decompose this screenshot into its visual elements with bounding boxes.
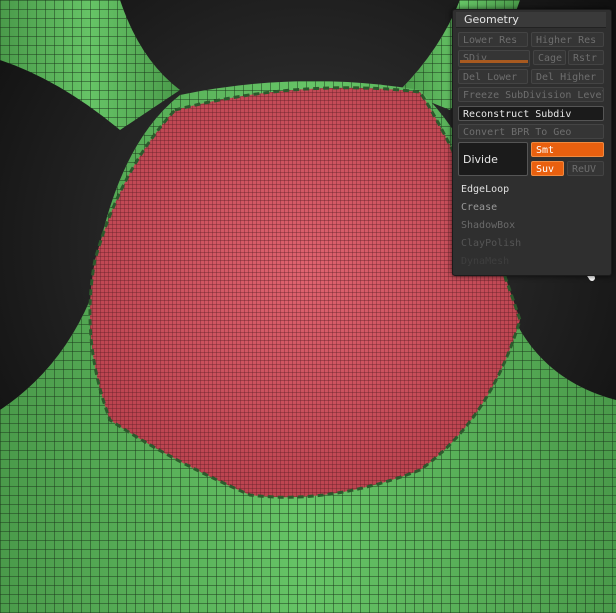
edgeloop-subpalette[interactable]: EdgeLoop (461, 184, 509, 195)
sdiv-slider-bar (460, 60, 528, 63)
crease-subpalette[interactable]: Crease (461, 202, 497, 213)
rstr-button[interactable]: Rstr (568, 50, 604, 65)
smt-toggle[interactable]: Smt (531, 142, 604, 157)
divide-button[interactable]: Divide (458, 142, 528, 176)
reconstruct-subdiv-button[interactable]: Reconstruct Subdiv (458, 106, 604, 121)
freeze-subdivision-button[interactable]: Freeze SubDivision Level (458, 87, 604, 102)
lower-res-button[interactable]: Lower Res (458, 32, 528, 47)
geometry-header[interactable]: Geometry (456, 12, 606, 28)
suv-toggle[interactable]: Suv (531, 161, 564, 176)
dynamesh-subpalette[interactable]: DynaMesh (461, 256, 509, 267)
del-lower-button[interactable]: Del Lower (458, 69, 528, 84)
shadowbox-subpalette[interactable]: ShadowBox (461, 220, 515, 231)
sdiv-slider[interactable]: SDiv (458, 50, 530, 67)
cage-button[interactable]: Cage (533, 50, 566, 65)
claypolish-subpalette[interactable]: ClayPolish (461, 238, 521, 249)
del-higher-button[interactable]: Del Higher (531, 69, 604, 84)
convert-bpr-button[interactable]: Convert BPR To Geo (458, 124, 604, 139)
reuv-button[interactable]: ReUV (567, 161, 604, 176)
higher-res-button[interactable]: Higher Res (531, 32, 604, 47)
geometry-panel: Geometry Lower Res Higher Res SDiv Cage … (452, 9, 612, 276)
